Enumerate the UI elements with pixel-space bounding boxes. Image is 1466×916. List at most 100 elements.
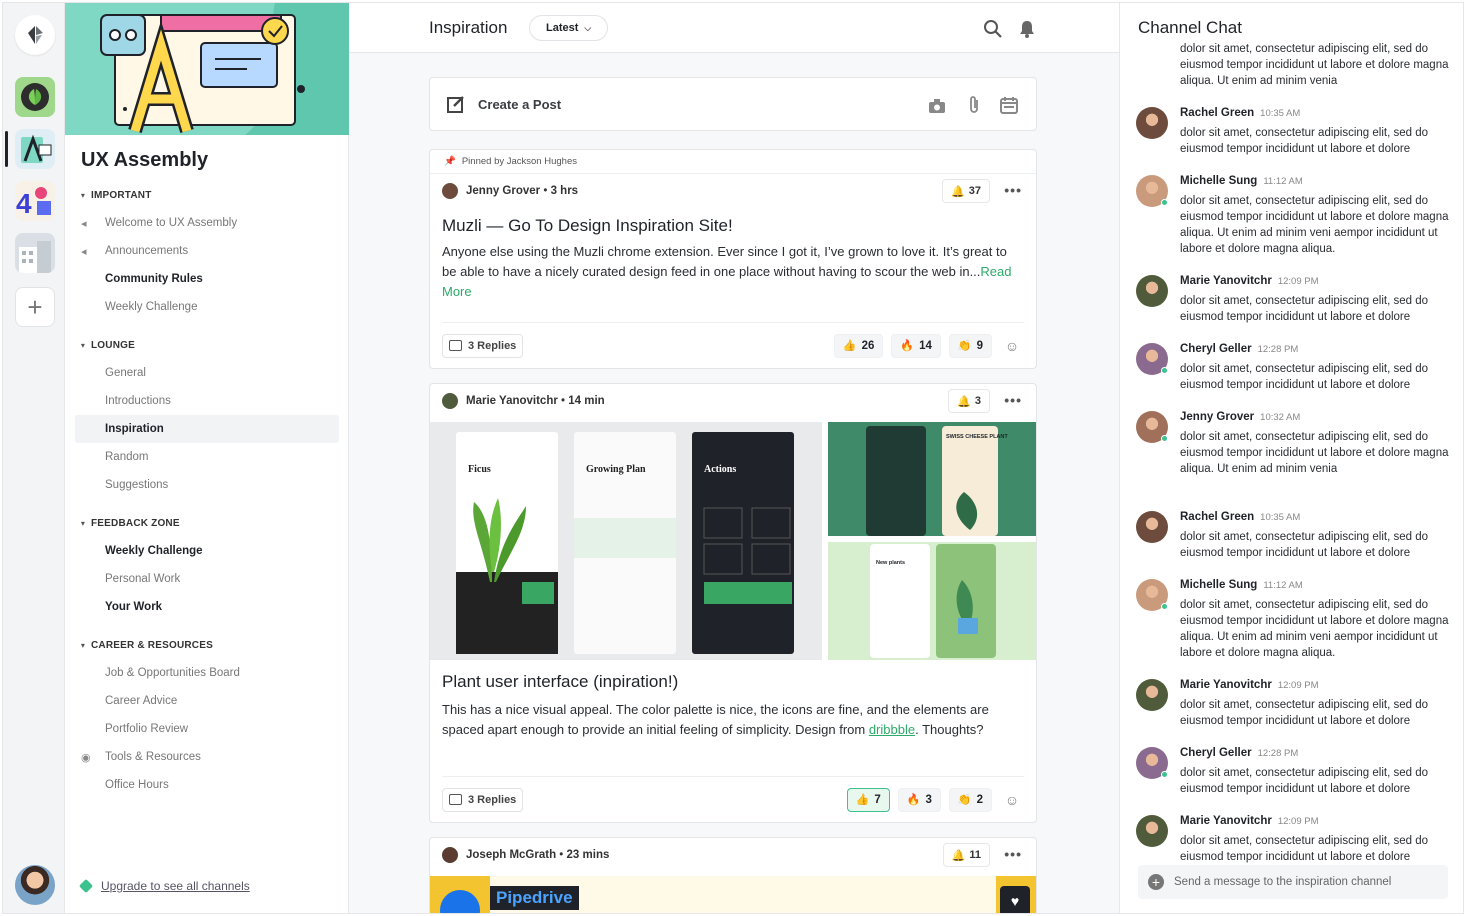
- section-header[interactable]: ▾ IMPORTANT: [75, 181, 339, 209]
- post-notification-button[interactable]: 🔔 3: [948, 389, 990, 413]
- add-reaction-icon[interactable]: ☺: [1000, 334, 1024, 358]
- chat-timestamp: 11:12 AM: [1263, 580, 1303, 591]
- chat-author[interactable]: Rachel Green: [1180, 511, 1254, 523]
- fire-icon: 🔥: [906, 794, 921, 806]
- channel-item[interactable]: Weekly Challenge: [75, 293, 339, 321]
- post-card: 📌 Pinned by Jackson Hughes Jenny Grover •…: [429, 149, 1037, 369]
- post-title[interactable]: Plant user interface (inpiration!): [430, 664, 690, 692]
- reaction-clap[interactable]: 👏 2: [948, 787, 992, 812]
- heart-icon[interactable]: ♥: [1000, 886, 1030, 913]
- post-author[interactable]: Joseph McGrath: [466, 849, 556, 861]
- post-title[interactable]: Muzli — Go To Design Inspiration Site!: [430, 208, 1036, 236]
- search-icon[interactable]: [983, 19, 1003, 39]
- post-author[interactable]: Marie Yanovitchr: [466, 395, 558, 407]
- channel-item[interactable]: Your Work: [75, 593, 339, 621]
- comment-icon: [449, 340, 462, 351]
- plus-circle-icon[interactable]: +: [1148, 874, 1164, 890]
- chat-avatar[interactable]: [1136, 815, 1168, 847]
- channel-item[interactable]: General: [75, 359, 339, 387]
- chat-avatar[interactable]: [1136, 107, 1168, 139]
- reaction-clap[interactable]: 👏 9: [948, 333, 992, 358]
- bell-icon: 🔔: [957, 395, 971, 408]
- section-header[interactable]: ▾ FEEDBACK ZONE: [75, 509, 339, 537]
- channel-item[interactable]: Weekly Challenge: [75, 537, 339, 565]
- channel-item[interactable]: Job & Opportunities Board: [75, 659, 339, 687]
- post-notification-button[interactable]: 🔔 37: [942, 179, 990, 203]
- reaction-fire[interactable]: 🔥 14: [891, 333, 941, 358]
- channel-label: Weekly Challenge: [105, 545, 203, 557]
- chat-author[interactable]: Michelle Sung: [1180, 579, 1257, 591]
- camera-icon[interactable]: [928, 98, 946, 114]
- art-community-icon[interactable]: 4: [15, 181, 55, 221]
- ux-assembly-community-icon[interactable]: [15, 129, 55, 169]
- replies-button[interactable]: 3 Replies: [442, 787, 524, 812]
- chat-avatar[interactable]: [1136, 511, 1168, 543]
- channel-label: Community Rules: [105, 273, 203, 285]
- section-header[interactable]: ▾ CAREER & RESOURCES: [75, 631, 339, 659]
- chat-author[interactable]: Cheryl Geller: [1180, 343, 1252, 355]
- community-name: UX Assembly: [81, 149, 209, 171]
- channel-item[interactable]: Office Hours: [75, 771, 339, 799]
- channel-item[interactable]: ◉ Tools & Resources: [75, 743, 339, 771]
- online-indicator: [1161, 603, 1168, 610]
- post-image-gallery[interactable]: Ficus Growing Plan Actions SWISS CHEESE …: [430, 422, 1036, 660]
- add-community-button[interactable]: +: [15, 287, 55, 327]
- chat-message-header: Jenny Grover 10:32 AM: [1180, 411, 1300, 423]
- channel-item[interactable]: Personal Work: [75, 565, 339, 593]
- dribbble-link[interactable]: dribbble: [869, 722, 915, 737]
- notification-bell-icon[interactable]: [1017, 19, 1037, 39]
- upgrade-link-label[interactable]: Upgrade to see all channels: [101, 879, 250, 893]
- author-avatar[interactable]: [442, 393, 458, 409]
- chat-message-header: Marie Yanovitchr 12:09 PM: [1180, 679, 1319, 691]
- channel-item[interactable]: Introductions: [75, 387, 339, 415]
- section-header[interactable]: ▾ LOUNGE: [75, 331, 339, 359]
- reaction-thumbs-up[interactable]: 👍 26: [833, 333, 884, 358]
- sort-dropdown[interactable]: Latest ⌵: [529, 15, 609, 41]
- chat-author[interactable]: Marie Yanovitchr: [1180, 275, 1272, 287]
- channel-item[interactable]: Community Rules: [75, 265, 339, 293]
- calendar-icon[interactable]: [1000, 96, 1018, 114]
- post-link-preview[interactable]: Pipedrive ♥: [430, 876, 1036, 913]
- author-avatar[interactable]: [442, 847, 458, 863]
- gallery-plant-name: SWISS CHEESE PLANT: [946, 434, 1008, 440]
- community-logo-icon[interactable]: [15, 15, 55, 55]
- reaction-thumbs-up[interactable]: 👍 7: [846, 787, 890, 812]
- channel-item[interactable]: Portfolio Review: [75, 715, 339, 743]
- channel-label: Welcome to UX Assembly: [105, 217, 238, 229]
- post-notification-button[interactable]: 🔔 11: [942, 843, 990, 867]
- chat-author[interactable]: Rachel Green: [1180, 107, 1254, 119]
- chat-author[interactable]: Marie Yanovitchr: [1180, 679, 1272, 691]
- chat-author[interactable]: Cheryl Geller: [1180, 747, 1252, 759]
- chat-author[interactable]: Michelle Sung: [1180, 175, 1257, 187]
- chat-author[interactable]: Jenny Grover: [1180, 411, 1254, 423]
- chat-avatar[interactable]: [1136, 275, 1168, 307]
- author-avatar[interactable]: [442, 183, 458, 199]
- post-author[interactable]: Jenny Grover: [466, 185, 540, 197]
- chat-message-text: dolor sit amet, consectetur adipiscing e…: [1180, 699, 1429, 727]
- attachment-icon[interactable]: [968, 95, 980, 115]
- more-options-icon[interactable]: •••: [1004, 392, 1022, 408]
- plant-community-icon[interactable]: [15, 77, 55, 117]
- more-options-icon[interactable]: •••: [1004, 846, 1022, 862]
- channel-item[interactable]: Suggestions: [75, 471, 339, 499]
- caret-down-icon: ▾: [80, 640, 86, 650]
- section-title: IMPORTANT: [91, 189, 152, 201]
- replies-button[interactable]: 3 Replies: [442, 333, 524, 358]
- channel-item[interactable]: ◂ Welcome to UX Assembly: [75, 209, 339, 237]
- channel-item[interactable]: Random: [75, 443, 339, 471]
- channel-item[interactable]: Career Advice: [75, 687, 339, 715]
- more-options-icon[interactable]: •••: [1004, 182, 1022, 198]
- create-post-bar[interactable]: Create a Post: [429, 77, 1037, 131]
- replies-label: 3 Replies: [468, 793, 517, 806]
- chat-author[interactable]: Marie Yanovitchr: [1180, 815, 1272, 827]
- upgrade-link[interactable]: Upgrade to see all channels: [78, 878, 250, 894]
- add-reaction-icon[interactable]: ☺: [1000, 788, 1024, 812]
- reaction-fire[interactable]: 🔥 3: [897, 787, 941, 812]
- architecture-community-icon[interactable]: [15, 233, 55, 273]
- channel-item[interactable]: ◂ Announcements: [75, 237, 339, 265]
- channel-item[interactable]: Inspiration: [75, 415, 339, 443]
- user-avatar[interactable]: [15, 865, 55, 905]
- chat-input[interactable]: + Send a message to the inspiration chan…: [1138, 865, 1448, 899]
- chat-avatar[interactable]: [1136, 679, 1168, 711]
- chat-message-text: dolor sit amet, consectetur adipiscing e…: [1180, 295, 1429, 323]
